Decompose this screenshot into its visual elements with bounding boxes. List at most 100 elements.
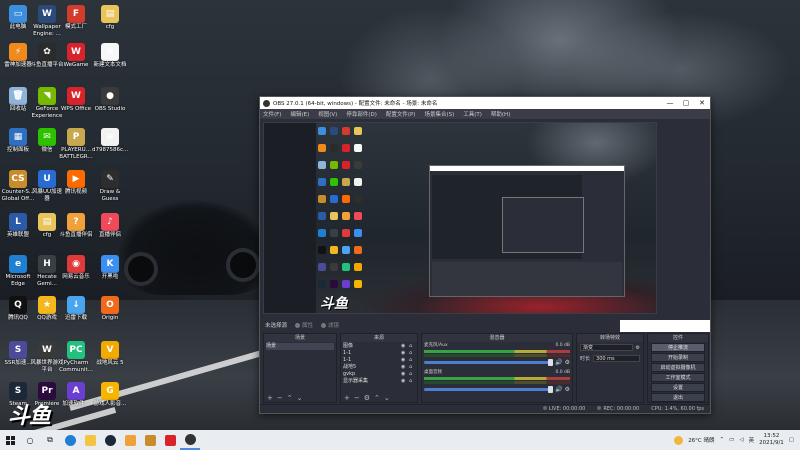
search-button[interactable]: ○ bbox=[20, 430, 40, 450]
close-button[interactable]: ✕ bbox=[694, 99, 710, 107]
menu-file[interactable]: 文件(F) bbox=[263, 110, 281, 118]
network-icon[interactable]: ▭ bbox=[729, 437, 734, 443]
desktop-icon[interactable]: ? 斗鱼直播伴侣 bbox=[58, 211, 94, 253]
visibility-eye-icon[interactable]: ◉ bbox=[401, 364, 407, 371]
lock-icon[interactable]: ⌂ bbox=[409, 357, 415, 364]
taskbar-obs[interactable] bbox=[180, 430, 200, 450]
desktop-icon[interactable]: ▤ cfg bbox=[92, 3, 128, 45]
desktop-icon[interactable]: ✎ Draw & Guess bbox=[92, 168, 128, 210]
settings-button[interactable]: 设置 bbox=[651, 383, 705, 392]
visibility-eye-icon[interactable]: ◉ bbox=[401, 343, 407, 350]
menu-scene-collection[interactable]: 场景集合(S) bbox=[424, 110, 454, 118]
menu-profile[interactable]: 配置文件(P) bbox=[386, 110, 416, 118]
menu-edit[interactable]: 编辑(E) bbox=[290, 110, 309, 118]
source-item[interactable]: 1-1 ◉ ⌂ bbox=[343, 350, 415, 357]
obs-preview-canvas[interactable]: 斗鱼 bbox=[263, 122, 657, 314]
start-virtual-camera-button[interactable]: 启动虚拟摄像机 bbox=[651, 363, 705, 372]
volume-fader[interactable] bbox=[424, 359, 554, 366]
desktop-icon[interactable]: ● OBS Studio bbox=[92, 85, 128, 127]
visibility-eye-icon[interactable]: ◉ bbox=[401, 371, 407, 378]
mixer-track-desktop: 桌面音频 0.0 dB 🔊 ⚙ bbox=[422, 369, 572, 396]
source-item[interactable]: 显示器采集 ◉ ⌂ bbox=[343, 378, 415, 385]
tray-chevron-icon[interactable]: ⌃ bbox=[720, 437, 725, 443]
maximize-button[interactable]: ▢ bbox=[678, 99, 694, 107]
lock-icon[interactable]: ⌂ bbox=[409, 371, 415, 378]
taskbar-douyu[interactable] bbox=[120, 430, 140, 450]
obs-window[interactable]: OBS 27.0.1 (64-bit, windows) - 配置文件: 未命名… bbox=[259, 96, 711, 414]
source-item[interactable]: 战地5 ◉ ⌂ bbox=[343, 364, 415, 371]
start-recording-button[interactable]: 开始录制 bbox=[651, 353, 705, 362]
speaker-icon[interactable]: 🔊 bbox=[555, 359, 562, 366]
add-transition-icon[interactable]: ⚙ bbox=[636, 345, 640, 351]
desktop-icon[interactable]: ▶ 腾讯视频 bbox=[58, 168, 94, 210]
visibility-eye-icon[interactable]: ◉ bbox=[401, 378, 407, 385]
exit-button[interactable]: 退出 bbox=[651, 393, 705, 402]
remove-source-icon[interactable]: − bbox=[354, 394, 360, 402]
source-item[interactable]: 图像 ◉ ⌂ bbox=[343, 343, 415, 350]
move-down-icon[interactable]: ⌄ bbox=[384, 394, 390, 402]
desktop-icon[interactable]: PC PyCharm Communit... bbox=[58, 339, 94, 381]
gear-icon[interactable]: ⚙ bbox=[565, 359, 570, 366]
lock-icon[interactable]: ⌂ bbox=[409, 378, 415, 385]
menu-tools[interactable]: 工具(T) bbox=[463, 110, 482, 118]
menu-docks[interactable]: 停靠部件(D) bbox=[346, 110, 377, 118]
desktop-icon[interactable]: G 游戏人影音... bbox=[92, 380, 128, 422]
desktop-icon[interactable]: ≡ d7987586c... bbox=[92, 126, 128, 168]
clock[interactable]: 13:52 2021/9/1 bbox=[759, 433, 784, 447]
lock-icon[interactable]: ⌂ bbox=[409, 343, 415, 350]
desktop-icon[interactable]: W WPS Office bbox=[58, 85, 94, 127]
weather-text[interactable]: 26°C 晴朗 bbox=[688, 436, 714, 444]
filters-button[interactable]: 滤镜 bbox=[321, 321, 339, 329]
volume-fader[interactable] bbox=[424, 386, 554, 393]
weather-icon[interactable] bbox=[674, 435, 684, 445]
transition-type-select[interactable]: 渐变 bbox=[580, 344, 633, 351]
input-language[interactable]: 英 bbox=[749, 436, 755, 444]
scene-item[interactable]: 场景 bbox=[266, 343, 334, 350]
taskbar-edge[interactable] bbox=[60, 430, 80, 450]
studio-mode-button[interactable]: 工作室模式 bbox=[651, 373, 705, 382]
remove-scene-icon[interactable]: − bbox=[277, 394, 283, 402]
visibility-eye-icon[interactable]: ◉ bbox=[401, 357, 407, 364]
move-up-icon[interactable]: ⌃ bbox=[287, 394, 293, 402]
speaker-icon[interactable]: 🔊 bbox=[555, 386, 562, 393]
lock-icon[interactable]: ⌂ bbox=[409, 364, 415, 371]
visibility-eye-icon[interactable]: ◉ bbox=[401, 350, 407, 357]
task-view-button[interactable]: ⧉ bbox=[40, 430, 60, 450]
gear-icon[interactable]: ⚙ bbox=[565, 386, 570, 393]
obs-right-padding bbox=[660, 122, 710, 317]
stop-streaming-button[interactable]: 停止推流 bbox=[651, 343, 705, 352]
app-icon: ▶ bbox=[67, 170, 85, 188]
source-settings-icon[interactable]: ⚙ bbox=[364, 394, 370, 402]
move-up-icon[interactable]: ⌃ bbox=[374, 394, 380, 402]
menu-help[interactable]: 帮助(H) bbox=[491, 110, 510, 118]
desktop-icon[interactable]: V 战地风云 5 bbox=[92, 339, 128, 381]
source-item[interactable]: 1-1 ◉ ⌂ bbox=[343, 357, 415, 364]
desktop-icon[interactable]: W WeGame bbox=[58, 41, 94, 83]
desktop-icon[interactable]: K 开黑啦 bbox=[92, 253, 128, 295]
desktop-icon[interactable]: ♪ 直播伴侣 bbox=[92, 211, 128, 253]
obs-titlebar[interactable]: OBS 27.0.1 (64-bit, windows) - 配置文件: 未命名… bbox=[260, 97, 710, 109]
desktop-icon[interactable]: ↓ 迅雷下载 bbox=[58, 294, 94, 336]
notification-icon[interactable]: ▢ bbox=[789, 437, 794, 443]
lock-icon[interactable]: ⌂ bbox=[409, 350, 415, 357]
duration-input[interactable]: 300 ms bbox=[593, 355, 640, 362]
taskbar-wegame[interactable] bbox=[160, 430, 180, 450]
desktop-icon[interactable]: P PLAYERU... BATTLEGR... bbox=[58, 126, 94, 168]
volume-icon[interactable]: ◁ bbox=[739, 437, 743, 443]
properties-button[interactable]: 属性 bbox=[295, 321, 313, 329]
desktop-icon[interactable]: ◉ 网易云音乐 bbox=[58, 253, 94, 295]
add-scene-icon[interactable]: + bbox=[267, 394, 273, 402]
taskbar-steam[interactable] bbox=[100, 430, 120, 450]
preview-mini-icon bbox=[318, 127, 326, 135]
taskbar-game[interactable] bbox=[140, 430, 160, 450]
move-down-icon[interactable]: ⌄ bbox=[297, 394, 303, 402]
desktop-icon[interactable]: O Origin bbox=[92, 294, 128, 336]
minimize-button[interactable]: — bbox=[662, 99, 678, 107]
source-item[interactable]: gvkp ◉ ⌂ bbox=[343, 371, 415, 378]
desktop-icon[interactable]: F 模式工厂 bbox=[58, 3, 94, 45]
desktop-icon[interactable]: ≡ 新建文本文档 bbox=[92, 41, 128, 83]
menu-view[interactable]: 视图(V) bbox=[318, 110, 337, 118]
add-source-icon[interactable]: + bbox=[344, 394, 350, 402]
start-button[interactable] bbox=[0, 430, 20, 450]
taskbar-explorer[interactable] bbox=[80, 430, 100, 450]
